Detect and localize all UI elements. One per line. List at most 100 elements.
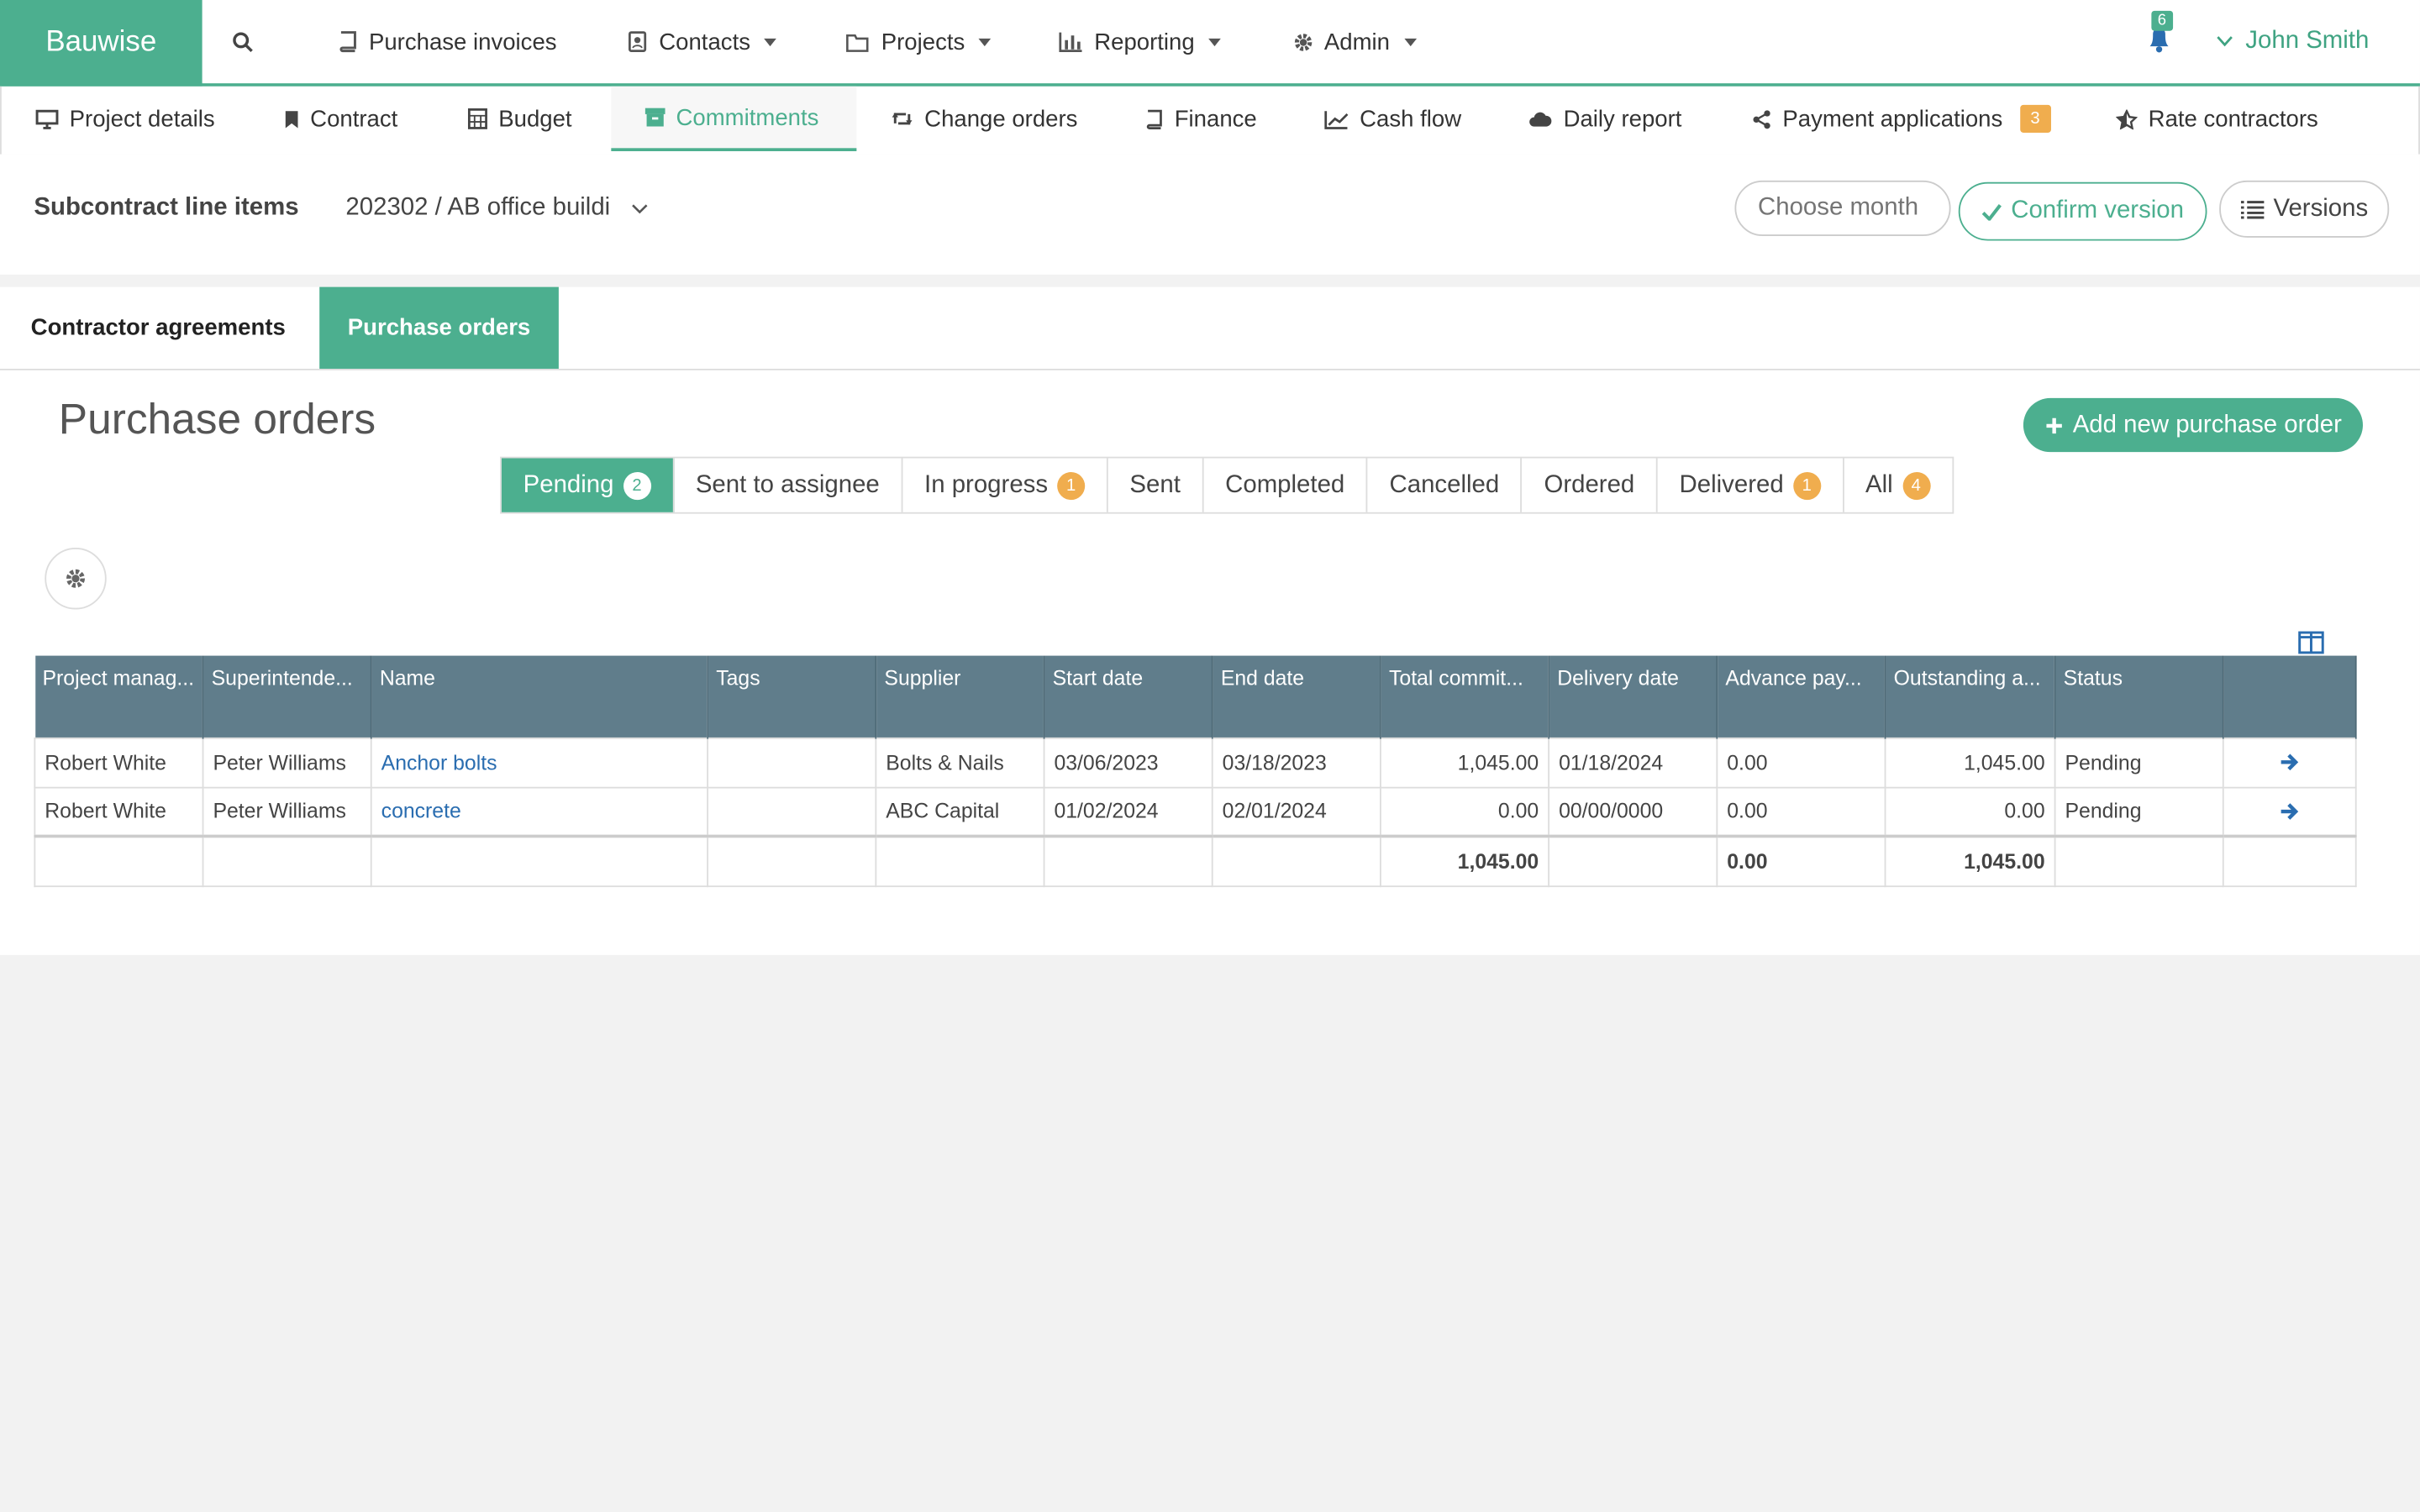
- cell-start-date: 03/06/2023: [1043, 737, 1213, 788]
- subnav-budget[interactable]: Budget: [467, 87, 572, 151]
- book-icon: [336, 31, 358, 53]
- filter-delivered[interactable]: Delivered 1: [1658, 458, 1844, 512]
- star-half-icon: [2116, 108, 2138, 129]
- subnav-project-details[interactable]: Project details: [35, 87, 215, 151]
- user-menu[interactable]: John Smith: [2216, 0, 2369, 83]
- top-navbar: Bauwise Purchase invoices Contacts Proje…: [0, 0, 2420, 87]
- column-header[interactable]: Status: [2054, 655, 2224, 738]
- nav-projects[interactable]: Projects: [846, 0, 992, 83]
- open-row-button[interactable]: [2222, 737, 2357, 788]
- subnav-payment-applications[interactable]: Payment applications 3: [1752, 87, 2051, 151]
- subnav-label: Commitments: [676, 103, 819, 131]
- column-header[interactable]: Superintende...: [203, 655, 372, 738]
- cell-name-link[interactable]: Anchor bolts: [370, 737, 709, 788]
- cell-tags: [707, 737, 877, 788]
- cell-project-manager: Robert White: [34, 785, 204, 837]
- filter-sent-to-assignee[interactable]: Sent to assignee: [674, 458, 903, 512]
- cloud-icon: [1528, 110, 1552, 127]
- subnav-contract[interactable]: Contract: [284, 87, 397, 151]
- commitment-tabs: Contractor agreements Purchase orders: [0, 286, 2420, 370]
- section-title: Subcontract line items: [34, 194, 299, 221]
- filter-label: Cancelled: [1389, 471, 1500, 498]
- calculator-icon: [467, 108, 488, 130]
- page-title: Purchase orders: [58, 395, 376, 444]
- share-icon: [1752, 108, 1772, 129]
- nav-purchase-invoices[interactable]: Purchase invoices: [336, 0, 557, 83]
- cell-delivery-date: 01/18/2024: [1548, 737, 1718, 788]
- subnav-label: Project details: [69, 105, 215, 133]
- tab-purchase-orders[interactable]: Purchase orders: [319, 286, 559, 369]
- subnav-change-orders[interactable]: Change orders: [891, 87, 1077, 151]
- brand-logo[interactable]: Bauwise: [0, 0, 203, 87]
- cell-total-commit: 1,045.00: [1380, 737, 1550, 788]
- confirm-version-label: Confirm version: [2011, 197, 2184, 224]
- filter-count-badge: 4: [1902, 471, 1930, 500]
- table-row[interactable]: Robert White Peter Williams Anchor bolts…: [34, 737, 2357, 788]
- cell-supplier: Bolts & Nails: [875, 737, 1045, 788]
- column-header[interactable]: Advance pay...: [1717, 655, 1886, 738]
- cell-status: Pending: [2054, 737, 2224, 788]
- table-row[interactable]: Robert White Peter Williams concrete ABC…: [34, 785, 2357, 837]
- column-header[interactable]: Total commit...: [1380, 655, 1550, 738]
- nav-reporting[interactable]: Reporting: [1059, 0, 1221, 83]
- subnav-commitments[interactable]: Commitments: [611, 86, 857, 151]
- subnav-label: Cash flow: [1360, 105, 1462, 133]
- nav-label: Reporting: [1094, 28, 1195, 55]
- nav-label: Admin: [1323, 28, 1391, 55]
- column-header[interactable]: End date: [1212, 655, 1381, 738]
- nav-admin[interactable]: Admin: [1293, 0, 1417, 83]
- filter-all[interactable]: All 4: [1844, 458, 1951, 512]
- tab-contractor-agreements[interactable]: Contractor agreements: [0, 287, 317, 369]
- column-header[interactable]: Outstanding a...: [1885, 655, 2056, 738]
- list-icon: [2240, 200, 2265, 218]
- search-button[interactable]: [232, 0, 255, 83]
- outstanding-sum: 1,045.00: [1884, 834, 2056, 887]
- plus-icon: [2045, 416, 2064, 434]
- notification-count-badge: 6: [2151, 10, 2173, 31]
- cell-superintendent: Peter Williams: [202, 785, 372, 837]
- columns-icon: [2298, 632, 2324, 655]
- book-icon: [1144, 108, 1164, 129]
- filter-completed[interactable]: Completed: [1203, 458, 1368, 512]
- open-row-button[interactable]: [2222, 785, 2357, 837]
- nav-contacts[interactable]: Contacts: [627, 0, 777, 83]
- month-picker-input[interactable]: [1734, 180, 1951, 237]
- nav-label: Purchase invoices: [368, 28, 557, 55]
- subnav-rate-contractors[interactable]: Rate contractors: [2116, 87, 2318, 151]
- subnav-label: Contract: [310, 105, 398, 133]
- add-purchase-order-button[interactable]: Add new purchase order: [2023, 397, 2364, 453]
- columns-toggle-button[interactable]: [2298, 629, 2324, 657]
- cell-superintendent: Peter Williams: [202, 737, 372, 788]
- filter-count-badge: 1: [1792, 471, 1821, 500]
- filter-in-progress[interactable]: In progress 1: [902, 458, 1108, 512]
- filter-sent[interactable]: Sent: [1108, 458, 1204, 512]
- column-header[interactable]: Supplier: [876, 655, 1045, 738]
- column-header[interactable]: Delivery date: [1549, 655, 1718, 738]
- filter-label: Completed: [1225, 471, 1345, 498]
- retweet-icon: [891, 109, 914, 128]
- subnav-cash-flow[interactable]: Cash flow: [1324, 87, 1461, 151]
- subnav-finance[interactable]: Finance: [1144, 87, 1257, 151]
- project-subnav: Project details Contract Budget Commitme…: [0, 86, 2420, 155]
- filter-count-badge: 2: [623, 471, 651, 500]
- versions-button[interactable]: Versions: [2219, 180, 2390, 238]
- caret-down-icon: [764, 37, 777, 46]
- versions-label: Versions: [2273, 195, 2369, 222]
- project-select[interactable]: 202302 / AB office buildi: [345, 194, 649, 222]
- filter-cancelled[interactable]: Cancelled: [1368, 458, 1523, 512]
- column-header[interactable]: Tags: [708, 655, 877, 738]
- check-icon: [1981, 203, 2002, 220]
- subnav-daily-report[interactable]: Daily report: [1528, 87, 1681, 151]
- filter-ordered[interactable]: Ordered: [1523, 458, 1658, 512]
- column-header[interactable]: Name: [371, 655, 709, 738]
- confirm-version-button[interactable]: Confirm version: [1958, 181, 2207, 241]
- total-commit-sum: 1,045.00: [1380, 834, 1550, 887]
- cell-name-link[interactable]: concrete: [370, 785, 709, 837]
- table-settings-button[interactable]: [45, 548, 107, 610]
- commitments-header: Subcontract line items 202302 / AB offic…: [0, 154, 2420, 275]
- search-icon: [232, 30, 255, 54]
- column-header[interactable]: Start date: [1044, 655, 1213, 738]
- column-header[interactable]: Project manag...: [34, 655, 204, 738]
- filter-label: Ordered: [1544, 471, 1635, 498]
- filter-pending[interactable]: Pending 2: [501, 458, 675, 512]
